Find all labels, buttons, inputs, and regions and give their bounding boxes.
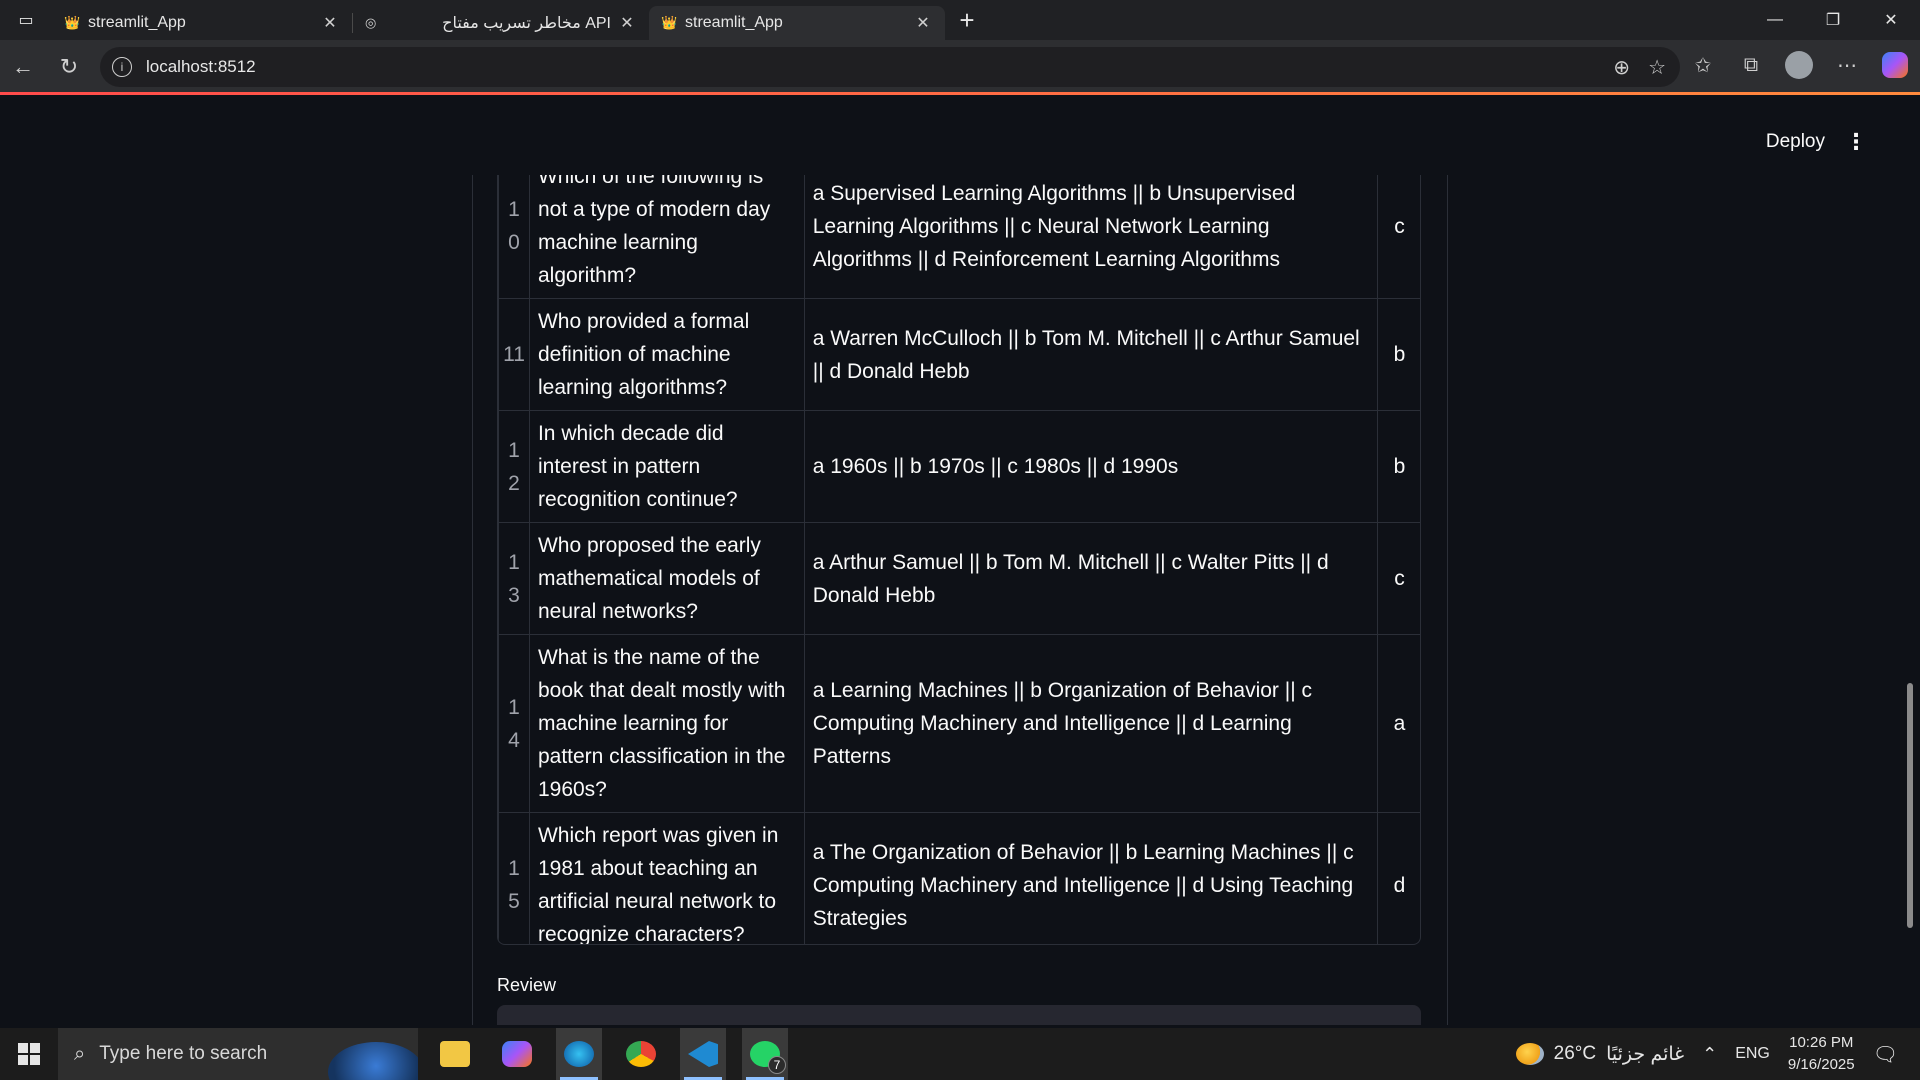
notifications-icon[interactable]: 🗨 xyxy=(1873,1042,1898,1067)
weather-temp: 26°C xyxy=(1553,1043,1597,1064)
question-cell[interactable]: In which decade did interest in pattern … xyxy=(528,410,805,523)
reload-icon[interactable]: ↻ xyxy=(46,40,92,94)
system-tray: 26°C غائم جزئيًا ⌃ ENG 10:26 PM 9/16/202… xyxy=(1515,1028,1920,1080)
close-tab-icon[interactable]: ✕ xyxy=(617,13,637,33)
answer-cell[interactable]: b xyxy=(1377,410,1420,523)
tab-api-key-risk[interactable]: ◎ مخاطر تسريب مفتاح API ✕ xyxy=(353,6,649,40)
main-menu-icon[interactable]: ⋮ xyxy=(1845,129,1867,155)
row-index[interactable]: 13 xyxy=(498,522,530,635)
streamlit-favicon-icon: 👑 xyxy=(661,15,678,30)
options-cell[interactable]: a The Organization of Behavior || b Lear… xyxy=(803,812,1379,944)
openai-favicon-icon: ◎ xyxy=(365,15,377,30)
zoom-icon[interactable]: ⊕ xyxy=(1613,55,1630,80)
browser-essentials-icon[interactable]: ⧉ xyxy=(1736,50,1766,80)
window-controls: — ❐ ✕ xyxy=(1746,0,1920,40)
streamlit-favicon-icon: 👑 xyxy=(64,15,81,30)
tab-title: مخاطر تسريب مفتاح API xyxy=(442,15,611,32)
browser-toolbar: ← ↻ i localhost:8512 ⊕ ☆ ✩ ⧉ ⋯ xyxy=(0,40,1920,94)
taskbar-search[interactable]: ⌕ Type here to search xyxy=(58,1028,418,1080)
clock[interactable]: 10:26 PM 9/16/2025 xyxy=(1788,1032,1855,1076)
vscode-icon[interactable] xyxy=(680,1028,726,1080)
restore-icon[interactable]: ❐ xyxy=(1804,0,1862,40)
options-cell[interactable]: a Warren McCulloch || b Tom M. Mitchell … xyxy=(803,298,1379,411)
whatsapp-icon[interactable]: 7 xyxy=(742,1028,788,1080)
notification-badge: 7 xyxy=(768,1056,786,1074)
answer-cell[interactable]: d xyxy=(1377,812,1420,944)
table-row: 11 Who provided a formal definition of ma… xyxy=(498,298,1420,411)
minimize-icon[interactable]: — xyxy=(1746,0,1804,40)
answer-cell[interactable]: b xyxy=(1377,298,1420,411)
site-info-icon[interactable]: i xyxy=(112,57,132,77)
search-icon: ⌕ xyxy=(74,1042,86,1065)
close-tab-icon[interactable]: ✕ xyxy=(913,13,933,33)
questions-table[interactable]: 10 Which of the following is not a type o… xyxy=(497,175,1421,945)
scrollbar-thumb[interactable] xyxy=(1907,683,1913,928)
weather-widget[interactable]: 26°C غائم جزئيًا xyxy=(1515,1043,1685,1066)
show-hidden-icons-chevron-icon[interactable]: ⌃ xyxy=(1702,1044,1717,1065)
table-row: 10 Which of the following is not a type o… xyxy=(498,175,1420,299)
answer-cell[interactable]: c xyxy=(1377,522,1420,635)
browser-tools: ✩ ⧉ ⋯ xyxy=(1688,50,1910,80)
options-cell[interactable]: a Arthur Samuel || b Tom M. Mitchell || … xyxy=(803,522,1379,635)
pinned-apps: 7 xyxy=(432,1028,788,1080)
answer-cell[interactable]: a xyxy=(1377,634,1420,813)
profile-icon[interactable] xyxy=(1784,50,1814,80)
copilot-app-icon[interactable] xyxy=(494,1028,540,1080)
tab-streamlit-app-2[interactable]: 👑 streamlit_App ✕ xyxy=(649,6,945,40)
tab-title: streamlit_App xyxy=(88,14,186,31)
tab-actions-icon[interactable]: ▭ xyxy=(0,0,52,40)
options-cell[interactable]: a 1960s || b 1970s || c 1980s || d 1990s xyxy=(803,410,1379,523)
windows-logo-icon xyxy=(18,1043,40,1065)
table-row: 15 Which report was given in 1981 about t… xyxy=(498,812,1420,944)
browser-tab-bar: ▭ 👑 streamlit_App ✕ ◎ مخاطر تسريب مفتاح … xyxy=(0,0,1920,40)
review-label: Review xyxy=(497,975,557,995)
search-placeholder: Type here to search xyxy=(99,1043,268,1064)
row-index[interactable]: 10 xyxy=(498,175,530,299)
tab-title: streamlit_App xyxy=(685,14,783,31)
question-cell[interactable]: Which report was given in 1981 about tea… xyxy=(528,812,805,944)
favorite-star-icon[interactable]: ☆ xyxy=(1648,55,1666,80)
start-button[interactable] xyxy=(0,1028,58,1080)
table-row: 13 Who proposed the early mathematical mo… xyxy=(498,522,1420,635)
back-icon[interactable]: ← xyxy=(0,40,46,94)
partly-cloudy-icon xyxy=(1515,1043,1544,1065)
tab-streamlit-app-1[interactable]: 👑 streamlit_App ✕ xyxy=(52,6,352,40)
page-scrollbar[interactable] xyxy=(1907,95,1913,1025)
address-bar[interactable]: i localhost:8512 ⊕ ☆ xyxy=(100,47,1680,87)
new-tab-button[interactable]: + xyxy=(945,5,989,36)
search-highlight-globe-icon xyxy=(328,1042,418,1080)
review-textarea[interactable] xyxy=(497,1005,1421,1025)
chrome-icon[interactable] xyxy=(618,1028,664,1080)
close-tab-icon[interactable]: ✕ xyxy=(320,13,340,33)
file-explorer-icon[interactable] xyxy=(432,1028,478,1080)
more-options-icon[interactable]: ⋯ xyxy=(1832,50,1862,80)
deploy-button[interactable]: Deploy xyxy=(1766,131,1825,153)
table-row: 12 In which decade did interest in patter… xyxy=(498,410,1420,523)
clock-time: 10:26 PM xyxy=(1789,1034,1854,1051)
address-text: localhost:8512 xyxy=(146,57,256,76)
question-cell[interactable]: Who provided a formal definition of mach… xyxy=(528,298,805,411)
options-cell[interactable]: a Supervised Learning Algorithms || b Un… xyxy=(803,175,1379,299)
windows-taskbar: ⌕ Type here to search 7 26°C غائم جزئيًا… xyxy=(0,1028,1920,1080)
row-index[interactable]: 15 xyxy=(498,812,530,944)
question-cell[interactable]: What is the name of the book that dealt … xyxy=(528,634,805,813)
favorites-icon[interactable]: ✩ xyxy=(1688,50,1718,80)
copilot-icon[interactable] xyxy=(1880,50,1910,80)
clock-date: 9/16/2025 xyxy=(1787,1056,1855,1073)
weather-desc: غائم جزئيًا xyxy=(1606,1043,1685,1065)
close-window-icon[interactable]: ✕ xyxy=(1862,0,1920,40)
row-index[interactable]: 11 xyxy=(498,298,530,411)
question-cell[interactable]: Which of the following is not a type of … xyxy=(528,175,805,299)
edge-browser-icon[interactable] xyxy=(556,1028,602,1080)
answer-cell[interactable]: c xyxy=(1377,175,1420,299)
row-index[interactable]: 12 xyxy=(498,410,530,523)
table-row: 14 What is the name of the book that deal… xyxy=(498,634,1420,813)
question-cell[interactable]: Who proposed the early mathematical mode… xyxy=(528,522,805,635)
language-indicator[interactable]: ENG xyxy=(1735,1045,1770,1063)
streamlit-app: Deploy ⋮ 10 Which of the following is not… xyxy=(5,95,1915,1025)
row-index[interactable]: 14 xyxy=(498,634,530,813)
options-cell[interactable]: a Learning Machines || b Organization of… xyxy=(803,634,1379,813)
